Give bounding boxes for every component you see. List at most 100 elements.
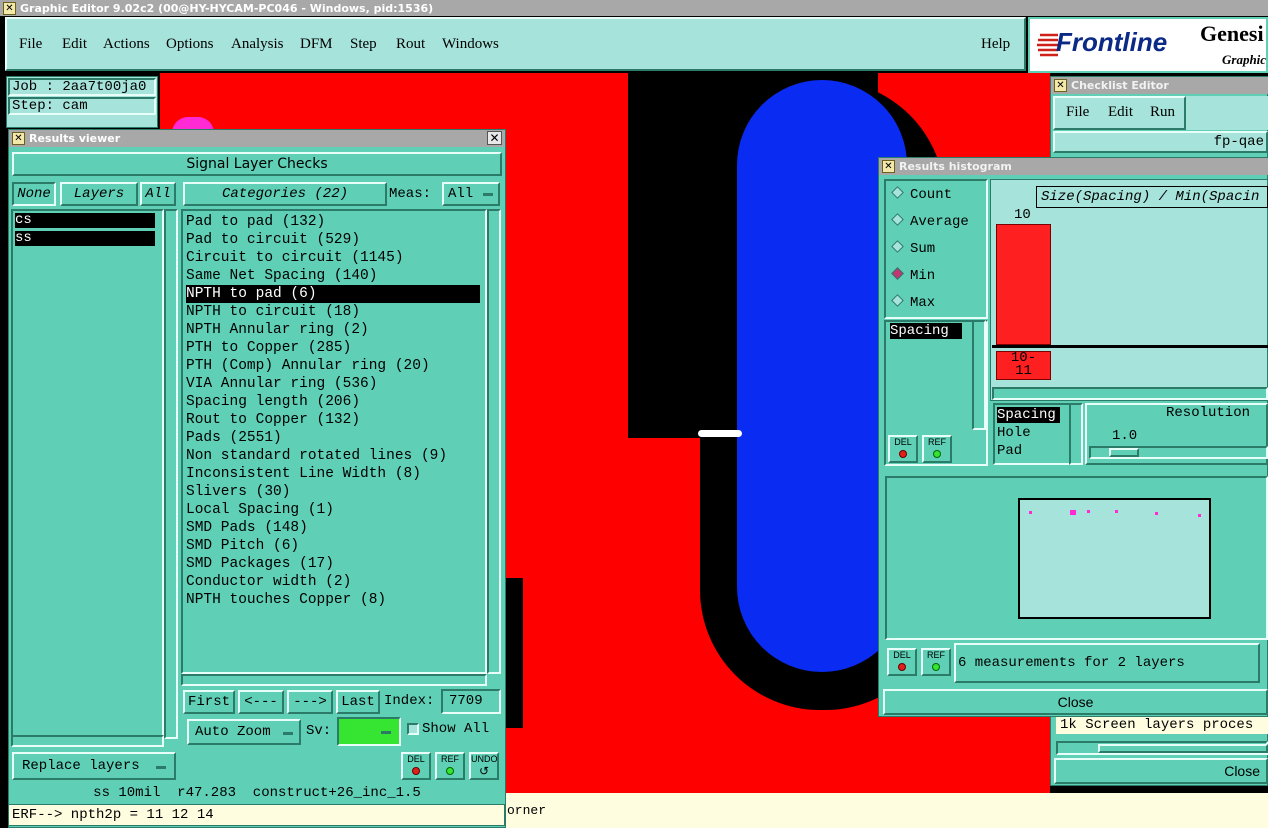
category-item[interactable]: Pads (2551) xyxy=(186,429,282,447)
category-item[interactable]: SMD Pads (148) xyxy=(186,519,308,537)
del-red-dot-icon xyxy=(898,663,906,671)
layers-vscrollbar[interactable] xyxy=(164,209,178,739)
type-item-spacing[interactable]: Spacing xyxy=(997,407,1060,423)
menu-analysis[interactable]: Analysis xyxy=(231,36,284,53)
category-item[interactable]: SMD Packages (17) xyxy=(186,555,334,573)
none-button[interactable]: None xyxy=(12,182,56,206)
mode-radio-sum[interactable]: Sum xyxy=(891,240,935,257)
categories-button[interactable]: Categories (22) xyxy=(183,182,387,206)
category-item[interactable]: NPTH touches Copper (8) xyxy=(186,591,386,609)
resolution-slider-thumb[interactable] xyxy=(1109,448,1139,457)
last-button[interactable]: Last xyxy=(336,690,380,714)
type-list-vscrollbar[interactable] xyxy=(1069,403,1083,465)
menu-step[interactable]: Step xyxy=(350,36,377,53)
menu-rout[interactable]: Rout xyxy=(396,36,425,53)
categories-hscrollbar[interactable] xyxy=(181,674,487,686)
sv-color-dropdown[interactable] xyxy=(337,717,401,746)
del-button[interactable]: DEL xyxy=(401,752,431,780)
resolution-slider[interactable] xyxy=(1089,446,1268,459)
checklist-editor-titlebar: ✕ Checklist Editor xyxy=(1051,77,1268,94)
canvas-black-strip xyxy=(505,578,523,728)
checklist-editor-menu-icon[interactable]: ✕ xyxy=(1054,79,1067,92)
categories-vscrollbar[interactable] xyxy=(487,209,501,674)
category-item[interactable]: Pad to pad (132) xyxy=(186,213,325,231)
category-item[interactable]: Circuit to circuit (1145) xyxy=(186,249,404,267)
category-item[interactable]: VIA Annular ring (536) xyxy=(186,375,377,393)
histogram-bar[interactable] xyxy=(996,224,1051,345)
replace-layers-dropdown[interactable]: Replace layers xyxy=(12,752,176,780)
checklist-menu-file[interactable]: File xyxy=(1066,104,1089,121)
category-item[interactable]: NPTH to circuit (18) xyxy=(186,303,360,321)
category-item[interactable]: Same Net Spacing (140) xyxy=(186,267,377,285)
type-item-pad[interactable]: Pad xyxy=(997,443,1022,459)
histogram-ref-label: REF xyxy=(928,437,946,447)
menu-windows[interactable]: Windows xyxy=(442,36,499,53)
menu-options[interactable]: Options xyxy=(166,36,214,53)
show-all-checkbox[interactable] xyxy=(407,723,419,735)
category-item[interactable]: SMD Pitch (6) xyxy=(186,537,299,555)
histogram-ref-button[interactable]: REF xyxy=(922,435,952,463)
histogram-del2-button[interactable]: DEL xyxy=(887,648,917,676)
category-item[interactable]: Local Spacing (1) xyxy=(186,501,334,519)
mode-radio-average[interactable]: Average xyxy=(891,213,969,230)
prev-button[interactable]: <--- xyxy=(238,690,284,714)
layers-button[interactable]: Layers xyxy=(60,182,138,206)
meas-dropdown[interactable]: All xyxy=(442,182,500,206)
preview-marker xyxy=(1198,514,1201,517)
category-item[interactable]: PTH (Comp) Annular ring (20) xyxy=(186,357,430,375)
checklist-menu-run[interactable]: Run xyxy=(1150,104,1175,121)
category-item[interactable]: PTH to Copper (285) xyxy=(186,339,351,357)
measure-item-spacing[interactable]: Spacing xyxy=(890,323,962,339)
next-button[interactable]: ---> xyxy=(287,690,333,714)
ref-button[interactable]: REF xyxy=(435,752,465,780)
menu-help[interactable]: Help xyxy=(981,36,1010,53)
category-item[interactable]: Non standard rotated lines (9) xyxy=(186,447,447,465)
category-item[interactable]: NPTH Annular ring (2) xyxy=(186,321,369,339)
results-viewer-menu-icon[interactable]: ✕ xyxy=(12,132,25,145)
measure-list-vscrollbar[interactable] xyxy=(972,320,986,430)
layers-hscrollbar[interactable] xyxy=(11,735,164,747)
brand-logo: Frontline xyxy=(1056,27,1168,57)
all-button[interactable]: All xyxy=(140,182,176,206)
checklist-hscrollbar[interactable] xyxy=(1056,741,1268,755)
first-button[interactable]: First xyxy=(183,690,235,714)
menu-dfm[interactable]: DFM xyxy=(300,36,333,53)
category-item[interactable]: Spacing length (206) xyxy=(186,393,360,411)
histogram-menu-icon[interactable]: ✕ xyxy=(882,160,895,173)
checklist-close-button[interactable]: Close xyxy=(1054,758,1268,784)
checklist-name-field: fp-qae xyxy=(1053,131,1268,153)
checklist-menu-edit[interactable]: Edit xyxy=(1108,104,1133,121)
results-viewer-close-icon[interactable]: ✕ xyxy=(487,131,502,145)
category-item[interactable]: Pad to circuit (529) xyxy=(186,231,360,249)
undo-button[interactable]: UNDO ↺ xyxy=(469,752,499,780)
sv-label: Sv: xyxy=(306,723,332,739)
mode-radio-count[interactable]: Count xyxy=(891,186,952,203)
histogram-del-button[interactable]: DEL xyxy=(888,435,918,463)
radio-diamond-icon xyxy=(891,186,904,199)
category-item[interactable]: NPTH to pad (6) xyxy=(186,285,480,303)
preview-marker xyxy=(1155,512,1158,515)
layer-item-cs[interactable]: cs xyxy=(15,213,155,228)
histogram-close-button[interactable]: Close xyxy=(883,689,1268,715)
histogram-titlebar: ✕ Results histogram xyxy=(879,158,1268,175)
checklist-hscroll-thumb[interactable] xyxy=(1098,744,1268,753)
window-menu-icon[interactable]: ✕ xyxy=(3,2,16,15)
category-item[interactable]: Inconsistent Line Width (8) xyxy=(186,465,421,483)
histogram-hscrollbar[interactable] xyxy=(992,387,1268,400)
layers-list[interactable] xyxy=(11,209,164,739)
category-item[interactable]: Slivers (30) xyxy=(186,483,290,501)
category-item[interactable]: Conductor width (2) xyxy=(186,573,351,591)
menu-actions[interactable]: Actions xyxy=(103,36,150,53)
index-input[interactable]: 7709 xyxy=(441,689,501,714)
histogram-ref2-button[interactable]: REF xyxy=(921,648,951,676)
mode-radio-min[interactable]: Min xyxy=(891,267,935,284)
preview-board[interactable] xyxy=(1018,498,1211,619)
brand-panel: Frontline Genesi Graphic xyxy=(1028,17,1268,73)
mode-radio-max[interactable]: Max xyxy=(891,294,935,311)
auto-zoom-dropdown[interactable]: Auto Zoom xyxy=(187,719,301,745)
layer-item-ss[interactable]: ss xyxy=(15,231,155,246)
type-item-hole[interactable]: Hole xyxy=(997,425,1031,441)
menu-edit[interactable]: Edit xyxy=(62,36,87,53)
category-item[interactable]: Rout to Copper (132) xyxy=(186,411,360,429)
menu-file[interactable]: File xyxy=(19,36,42,53)
